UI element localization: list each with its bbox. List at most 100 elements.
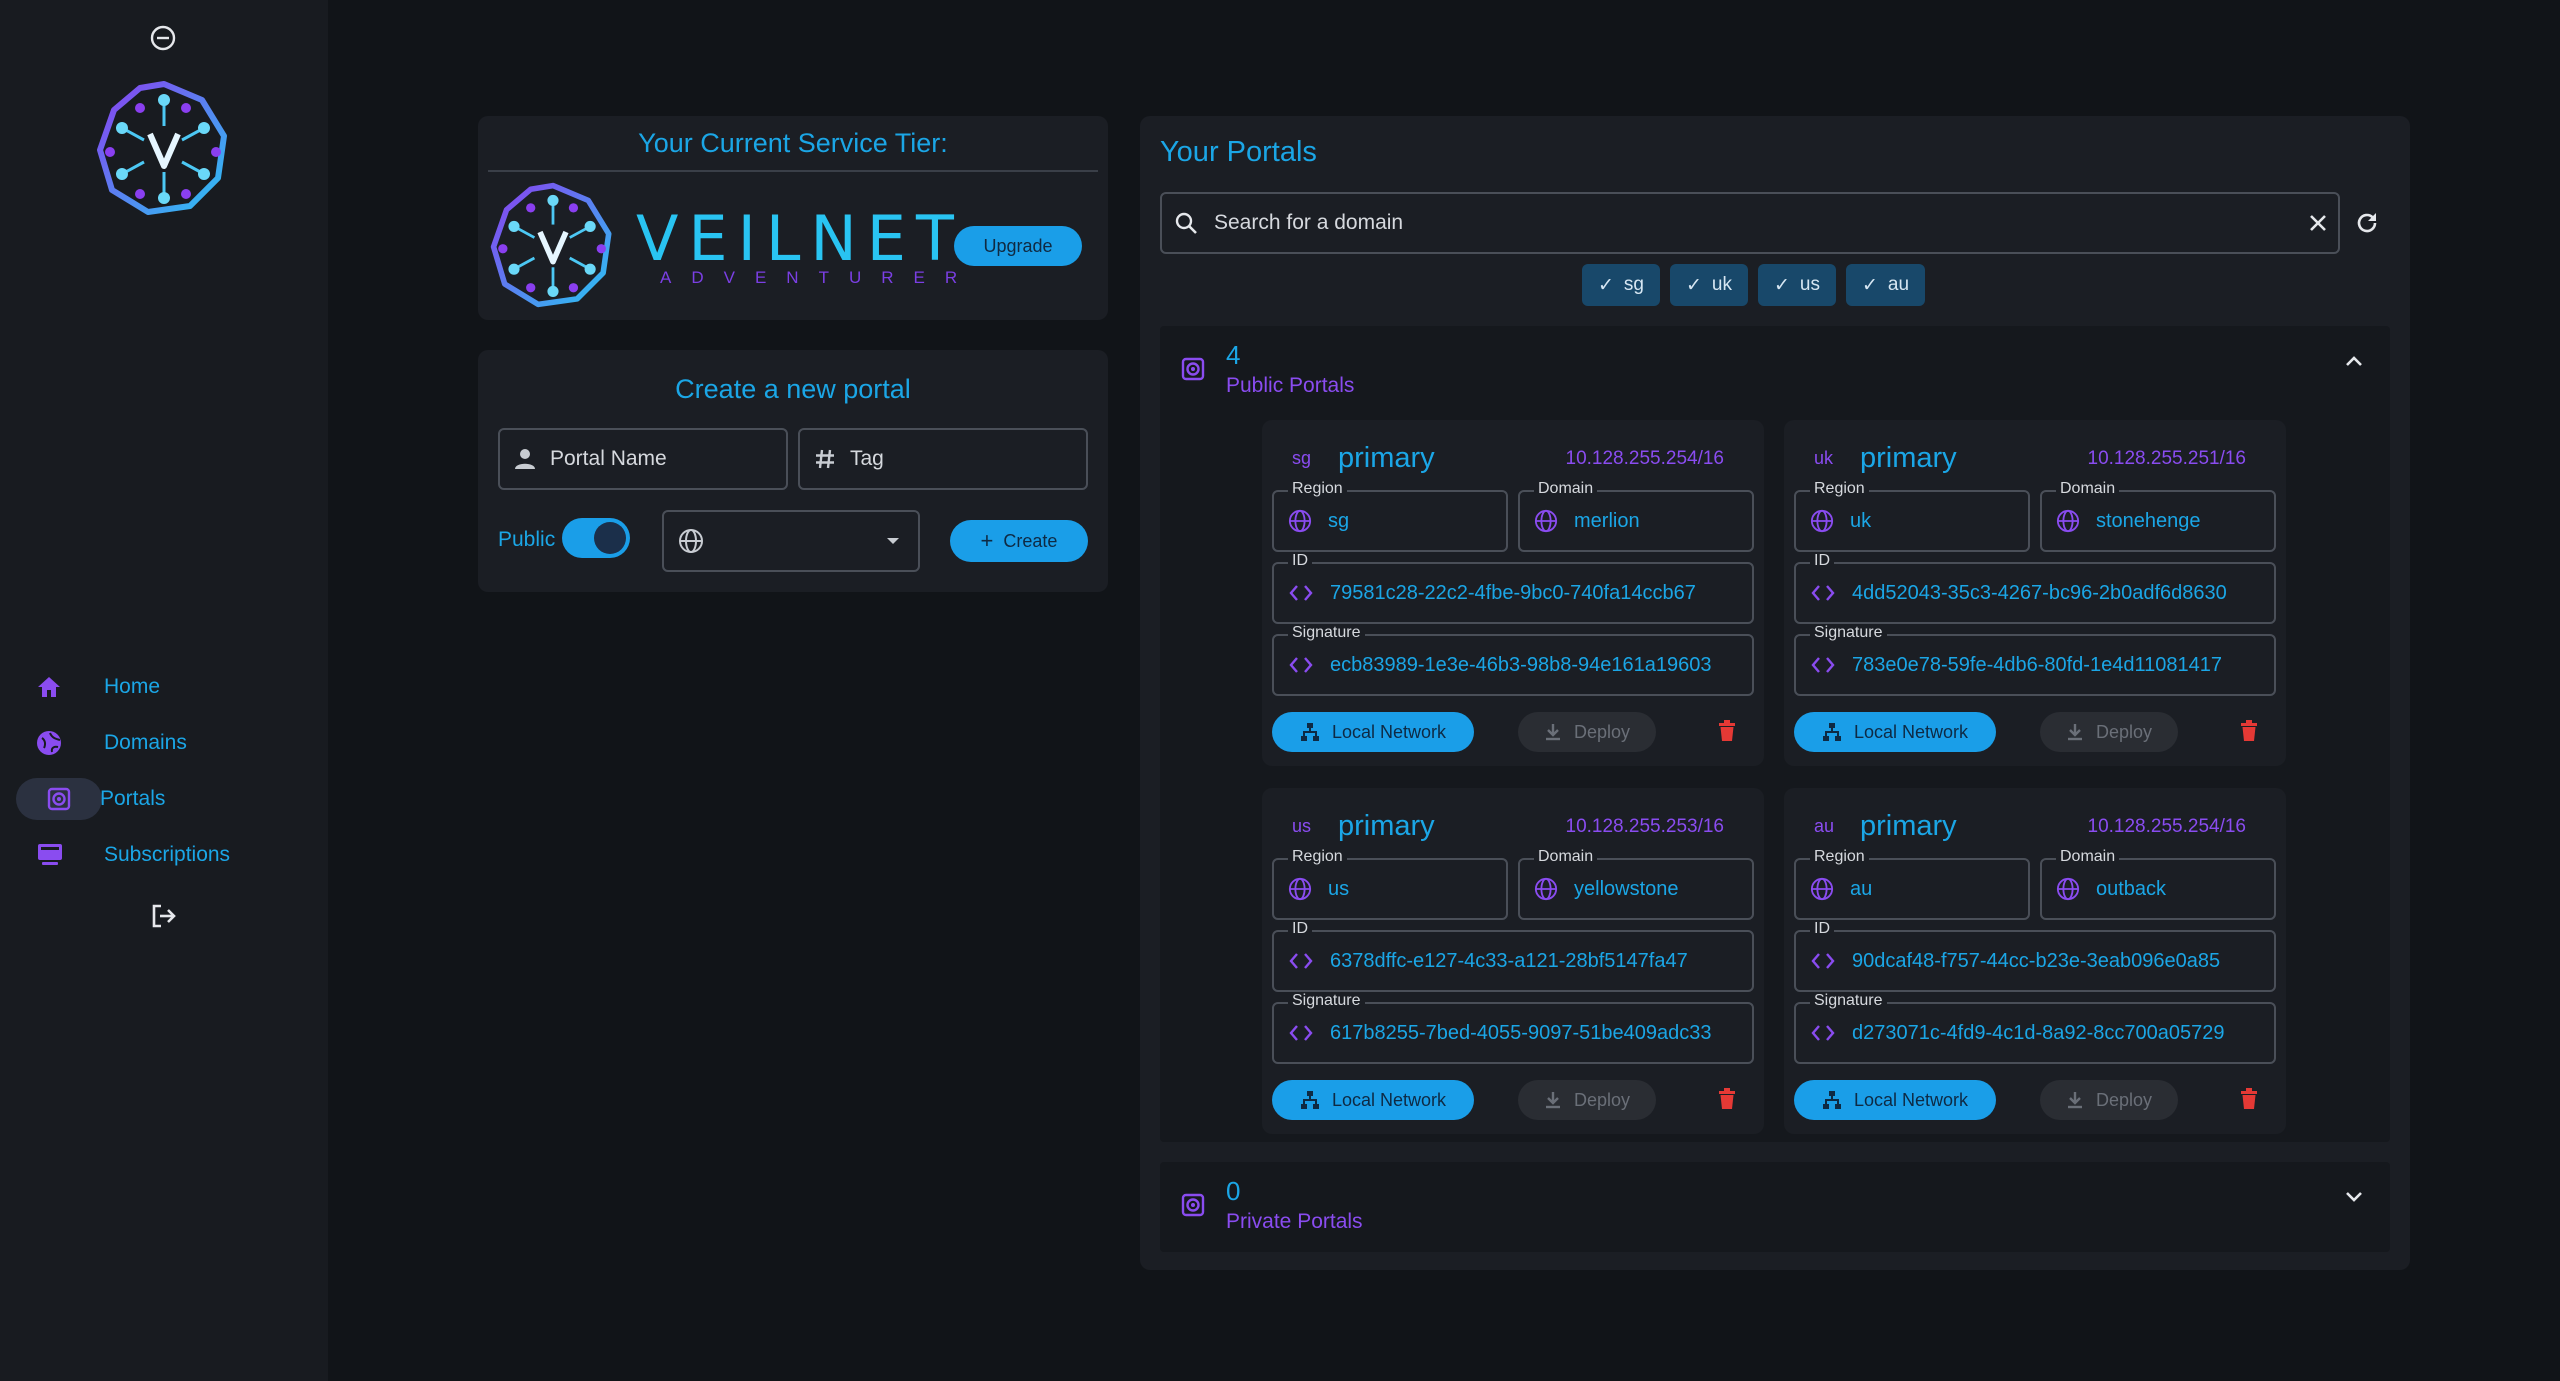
upgrade-button[interactable]: Upgrade (954, 226, 1082, 266)
portal-ip: 10.128.255.254/16 (1565, 448, 1725, 469)
private-portals-count: 0 (1226, 1176, 1241, 1206)
public-portals-count: 4 (1226, 340, 1241, 370)
home-icon (36, 666, 90, 708)
close-icon[interactable] (2298, 213, 2338, 233)
public-toggle[interactable] (562, 518, 630, 558)
domain-value: outback (2096, 877, 2167, 900)
logout-icon[interactable] (147, 900, 179, 932)
portal-name-input[interactable]: Portal Name (498, 428, 788, 490)
local-network-button[interactable]: Local Network (1272, 1080, 1474, 1120)
id-field[interactable]: ID 79581c28-22c2-4fbe-9bc0-740fa14ccb67 (1272, 552, 1754, 624)
private-portals-section[interactable]: 0 Private Portals (1160, 1162, 2390, 1252)
region-field[interactable]: Region sg (1272, 480, 1508, 552)
check-icon: ✓ (1862, 274, 1878, 296)
refresh-icon[interactable] (2350, 206, 2384, 240)
portal-name: primary (1338, 442, 1435, 474)
id-field[interactable]: ID 90dcaf48-f757-44cc-b23e-3eab096e0a85 (1794, 920, 2276, 992)
local-network-button[interactable]: Local Network (1794, 712, 1996, 752)
person-icon (515, 449, 535, 469)
signature-value: d273071c-4fd9-4c1d-8a92-8cc700a05729 (1852, 1021, 2225, 1044)
deploy-button[interactable]: Deploy (1518, 712, 1656, 752)
deploy-button[interactable]: Deploy (2040, 712, 2178, 752)
field-label: Signature (1810, 992, 1887, 1010)
field-label: ID (1810, 552, 1834, 570)
id-field[interactable]: ID 4dd52043-35c3-4267-bc96-2b0adf6d8630 (1794, 552, 2276, 624)
portal-ip: 10.128.255.251/16 (2087, 448, 2247, 469)
field-label: Signature (1288, 992, 1365, 1010)
portal-name: primary (1338, 810, 1435, 842)
filter-chip-au[interactable]: ✓ au (1846, 264, 1926, 306)
portal-card: au primary 10.128.255.254/16 Region au Do… (1784, 788, 2286, 1134)
globe-icon (36, 722, 90, 764)
create-portal-button[interactable]: + Create (950, 520, 1088, 562)
field-label: ID (1810, 920, 1834, 938)
filter-chip-uk[interactable]: ✓ uk (1670, 264, 1748, 306)
signature-field[interactable]: Signature d273071c-4fd9-4c1d-8a92-8cc700a… (1794, 992, 2276, 1064)
tier-plan-name: ADVENTURER (660, 268, 978, 287)
signature-value: 617b8255-7bed-4055-9097-51be409adc33 (1330, 1021, 1712, 1044)
domain-field[interactable]: Domain stonehenge (2040, 480, 2276, 552)
field-label: Domain (2056, 480, 2120, 498)
chevron-down-icon (887, 538, 899, 544)
deploy-label: Deploy (1573, 1089, 1631, 1110)
field-label: Domain (1534, 848, 1598, 866)
portal-card: us primary 10.128.255.253/16 Region us Do… (1262, 788, 1764, 1134)
sidebar-item-label: Home (104, 675, 161, 698)
portal-region-code: uk (1814, 448, 1834, 468)
sidebar: Home Domains Portals Subscriptions (0, 0, 328, 1381)
portal-name: primary (1860, 810, 1957, 842)
collapse-sidebar-icon[interactable] (147, 22, 179, 54)
sidebar-item-portals[interactable]: Portals (16, 778, 286, 820)
globe-icon (1288, 877, 1312, 901)
portal-icon (1180, 1192, 1206, 1223)
deploy-button[interactable]: Deploy (2040, 1080, 2178, 1120)
domain-search-input[interactable]: Search for a domain (1160, 192, 2340, 254)
local-network-label: Local Network (1853, 1089, 1969, 1110)
filter-chip-us[interactable]: ✓ us (1758, 264, 1836, 306)
portal-region-code: sg (1292, 448, 1312, 468)
field-label: Region (1810, 848, 1869, 866)
network-icon (1300, 1091, 1319, 1109)
sidebar-item-home[interactable]: Home (16, 666, 286, 708)
portals-card: Your Portals Search for a domain ✓ sg ✓ uk… (1140, 116, 2410, 1270)
service-tier-card: Your Current Service Tier: VEILNET ADVEN… (478, 116, 1108, 320)
domain-field[interactable]: Domain outback (2040, 848, 2276, 920)
domain-field[interactable]: Domain yellowstone (1518, 848, 1754, 920)
deploy-label: Deploy (2095, 721, 2153, 742)
check-icon: ✓ (1686, 274, 1702, 296)
globe-icon (2056, 509, 2080, 533)
portal-region-code: us (1292, 816, 1312, 836)
tag-input[interactable]: Tag (798, 428, 1088, 490)
id-field[interactable]: ID 6378dffc-e127-4c33-a121-28bf5147fa47 (1272, 920, 1754, 992)
chevron-down-icon[interactable] (2344, 1190, 2364, 1209)
local-network-button[interactable]: Local Network (1794, 1080, 1996, 1120)
signature-field[interactable]: Signature ecb83989-1e3e-46b3-98b8-94e161a… (1272, 624, 1754, 696)
create-portal-title: Create a new portal (675, 374, 911, 404)
delete-icon[interactable] (1718, 720, 1736, 747)
region-value: sg (1328, 509, 1350, 532)
delete-icon[interactable] (2240, 1088, 2258, 1115)
sidebar-item-subscriptions[interactable]: Subscriptions (16, 834, 286, 876)
divider (488, 170, 1098, 172)
field-label: Domain (2056, 848, 2120, 866)
portal-ip: 10.128.255.254/16 (2087, 816, 2247, 837)
domain-field[interactable]: Domain merlion (1518, 480, 1754, 552)
delete-icon[interactable] (2240, 720, 2258, 747)
region-select[interactable] (662, 510, 920, 572)
portals-title: Your Portals (1160, 136, 1317, 168)
filter-chip-sg[interactable]: ✓ sg (1582, 264, 1660, 306)
delete-icon[interactable] (1718, 1088, 1736, 1115)
sidebar-item-domains[interactable]: Domains (16, 722, 286, 764)
signature-field[interactable]: Signature 783e0e78-59fe-4db6-80fd-1e4d110… (1794, 624, 2276, 696)
veilnet-logo (94, 78, 234, 218)
region-field[interactable]: Region us (1272, 848, 1508, 920)
region-field[interactable]: Region au (1794, 848, 2030, 920)
subscriptions-icon (36, 834, 90, 876)
signature-field[interactable]: Signature 617b8255-7bed-4055-9097-51be409… (1272, 992, 1754, 1064)
chevron-up-icon[interactable] (2344, 354, 2364, 373)
deploy-button[interactable]: Deploy (1518, 1080, 1656, 1120)
id-value: 90dcaf48-f757-44cc-b23e-3eab096e0a85 (1852, 949, 2221, 972)
local-network-button[interactable]: Local Network (1272, 712, 1474, 752)
region-field[interactable]: Region uk (1794, 480, 2030, 552)
field-label: ID (1288, 920, 1312, 938)
